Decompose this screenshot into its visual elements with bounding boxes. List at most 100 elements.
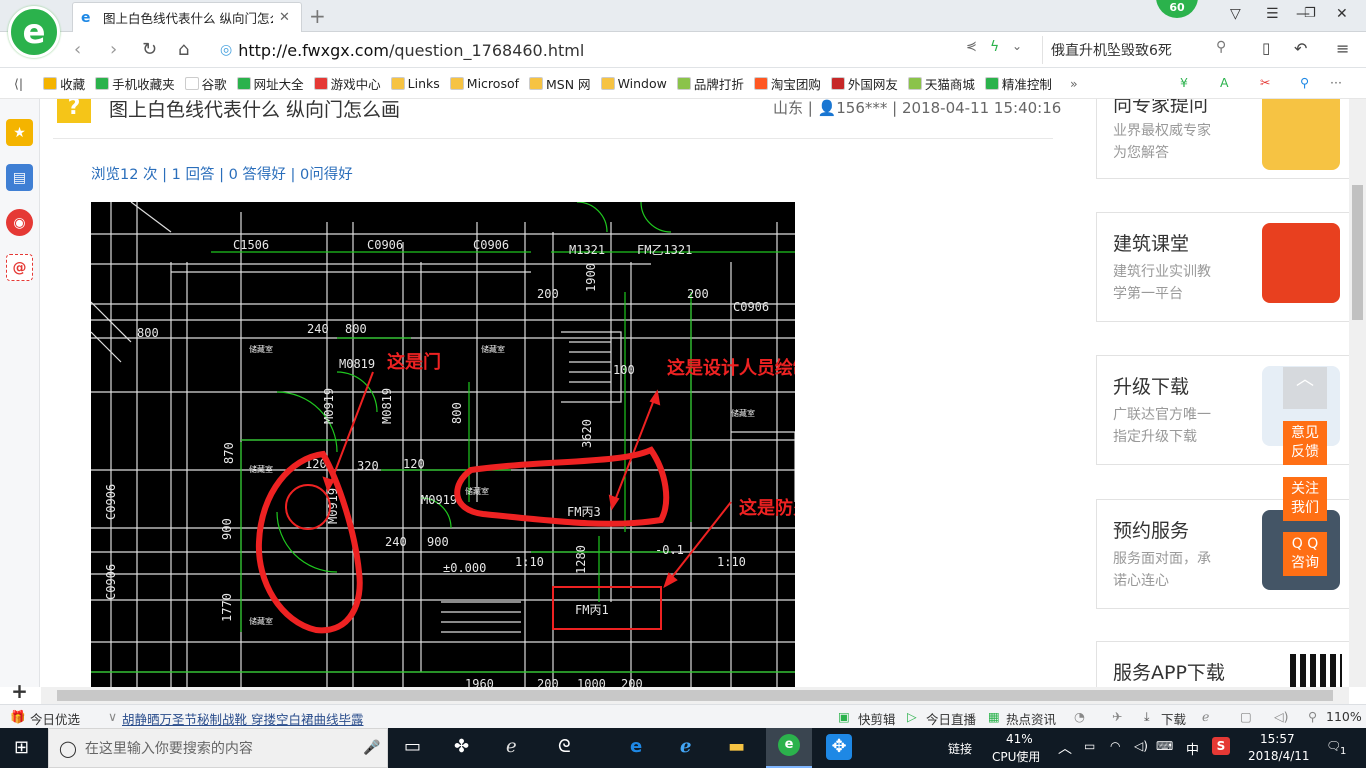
- file-explorer-icon[interactable]: ▬: [728, 736, 745, 757]
- lightning-icon[interactable]: ϟ: [990, 39, 999, 55]
- horizontal-scrollbar[interactable]: [41, 687, 1349, 704]
- browser-logo[interactable]: e: [8, 6, 60, 58]
- magnifier-icon[interactable]: ⚲: [1300, 75, 1309, 90]
- feedback-button[interactable]: 意见 反馈: [1283, 421, 1327, 465]
- sidebar-toggle-icon[interactable]: ⟨|: [14, 76, 23, 91]
- keyboard-icon[interactable]: ⌨: [1156, 739, 1173, 753]
- battery-icon[interactable]: ▭: [1084, 739, 1095, 753]
- bookmark-item[interactable]: 精准控制: [984, 74, 1052, 93]
- back-icon[interactable]: ‹: [74, 39, 81, 60]
- bookmark-item[interactable]: 游戏中心: [313, 74, 381, 93]
- forward-icon[interactable]: ›: [110, 39, 117, 60]
- undo-icon[interactable]: ↶: [1294, 39, 1307, 58]
- bookmark-item[interactable]: MSN 网: [529, 74, 591, 93]
- swirl-app-icon[interactable]: ᘓ: [558, 736, 571, 757]
- more-bookmarks-icon[interactable]: »: [1070, 76, 1078, 91]
- search-input[interactable]: 俄直升机坠毁致6死: [1042, 36, 1238, 64]
- more-tools-icon[interactable]: ···: [1330, 75, 1342, 90]
- level-badge[interactable]: 60: [1156, 0, 1198, 18]
- money-icon[interactable]: ¥: [1180, 75, 1188, 90]
- follow-button[interactable]: 关注 我们: [1283, 477, 1327, 521]
- close-window-button[interactable]: ✕: [1336, 6, 1348, 22]
- windows-start-icon[interactable]: ⊞: [14, 737, 29, 758]
- refresh-icon[interactable]: ↻: [142, 39, 157, 60]
- download-link[interactable]: 下载: [1161, 709, 1186, 728]
- tab-close-icon[interactable]: ✕: [279, 10, 290, 25]
- notification-icon[interactable]: 🗨: [1326, 739, 1341, 753]
- ad-card[interactable]: 向专家提问 业界最权威专家 为您解答: [1096, 99, 1349, 179]
- mail-icon[interactable]: @: [6, 254, 33, 281]
- scroll-thumb[interactable]: [1352, 185, 1363, 320]
- vertical-scrollbar[interactable]: [1349, 99, 1366, 687]
- ad-card[interactable]: 建筑课堂 建筑行业实训教 学第一平台: [1096, 212, 1349, 322]
- wifi-icon[interactable]: ◠: [1110, 739, 1120, 753]
- back-to-top-button[interactable]: ︿: [1283, 367, 1327, 409]
- chevron-up-icon[interactable]: ︿: [1058, 738, 1072, 758]
- share-icon[interactable]: ⋞: [966, 39, 977, 54]
- bookmark-item[interactable]: 品牌打折: [676, 74, 744, 93]
- star-icon[interactable]: ★: [6, 119, 33, 146]
- live-link[interactable]: 今日直播: [926, 709, 976, 728]
- bookmark-item[interactable]: Window: [600, 76, 667, 91]
- question-stats[interactable]: 浏览12 次 | 1 回答 | 0 答得好 | 0问得好: [91, 163, 353, 184]
- ie-mode-icon[interactable]: ℯ: [1202, 709, 1209, 724]
- skin-icon[interactable]: ▽: [1230, 6, 1241, 22]
- quick-cut-link[interactable]: 快剪辑: [858, 709, 896, 728]
- bookmark-item[interactable]: 手机收藏夹: [95, 74, 175, 93]
- bookmark-item[interactable]: 收藏: [43, 74, 85, 93]
- speed-icon[interactable]: ◔: [1074, 709, 1085, 724]
- zoom-level[interactable]: 110%: [1326, 709, 1362, 724]
- scissors-icon[interactable]: ✂: [1260, 75, 1270, 90]
- active-browser-taskbar-item[interactable]: e: [766, 728, 812, 768]
- address-bar[interactable]: ◎ http://e.fwxgx.com/question_1768460.ht…: [220, 36, 1040, 64]
- bookmark-item[interactable]: 外国网友: [830, 74, 898, 93]
- bookmark-item[interactable]: Microsof: [449, 76, 519, 91]
- volume-icon[interactable]: ◁): [1134, 739, 1148, 753]
- link-label[interactable]: 链接: [948, 740, 972, 757]
- edge-icon[interactable]: e: [630, 736, 642, 757]
- clock-time[interactable]: 15:57: [1260, 732, 1295, 746]
- scroll-thumb[interactable]: [57, 690, 1333, 701]
- home-icon[interactable]: ⌂: [178, 39, 189, 60]
- volume-icon[interactable]: ◁): [1274, 709, 1289, 724]
- translate-icon[interactable]: A: [1220, 75, 1229, 90]
- ad-card[interactable]: 服务APP下载: [1096, 641, 1349, 687]
- taskbar-search-input[interactable]: ◯ 在这里输入你要搜索的内容 🎤: [48, 728, 388, 768]
- chevron-down-icon[interactable]: ⌄: [1012, 39, 1022, 53]
- qq-consult-button[interactable]: Q Q 咨询: [1283, 532, 1327, 576]
- bookmark-item[interactable]: 谷歌: [184, 74, 227, 93]
- globe-icon: ◎: [220, 42, 233, 58]
- clock-date[interactable]: 2018/4/11: [1248, 749, 1310, 763]
- weibo-icon[interactable]: ◉: [6, 209, 33, 236]
- ie-taskbar-icon[interactable]: ℯ: [506, 736, 517, 757]
- pin-icon[interactable]: ✈: [1112, 709, 1122, 724]
- microphone-icon[interactable]: 🎤: [363, 740, 380, 756]
- hot-news-link[interactable]: 热点资讯: [1006, 709, 1056, 728]
- today-picks[interactable]: 今日优选: [30, 709, 80, 728]
- new-tab-button[interactable]: +: [309, 4, 326, 28]
- remote-app-icon[interactable]: ✥: [826, 734, 852, 760]
- annotation-fire-door-label: 这是防火门: [739, 497, 795, 519]
- menu-icon[interactable]: ☰: [1266, 6, 1279, 22]
- internet-explorer-icon[interactable]: ℯ: [680, 736, 691, 757]
- bookmark-item[interactable]: 网址大全: [236, 74, 304, 93]
- news-link[interactable]: 胡静晒万圣节秘制战靴 穿搂空白裙曲线毕露: [122, 709, 363, 728]
- bookmark-item[interactable]: 天猫商城: [907, 74, 975, 93]
- browser-tab[interactable]: e 图上白色线代表什么 纵向门怎么画 ✕: [72, 2, 302, 32]
- search-icon[interactable]: ⚲: [1216, 39, 1226, 55]
- fan-app-icon[interactable]: ✤: [454, 736, 469, 757]
- browser-taskbar-icon: e: [778, 734, 800, 756]
- bookmark-item[interactable]: 淘宝团购: [753, 74, 821, 93]
- mobile-icon[interactable]: ▯: [1262, 39, 1270, 57]
- ad-title: 服务APP下载: [1113, 662, 1225, 684]
- add-icon[interactable]: +: [6, 677, 33, 704]
- reader-icon[interactable]: ▤: [6, 164, 33, 191]
- task-view-icon[interactable]: ▭: [404, 736, 421, 757]
- search-text: 俄直升机坠毁致6死: [1051, 43, 1172, 59]
- menu-icon[interactable]: ≡: [1336, 39, 1349, 58]
- window-icon[interactable]: ▢: [1240, 709, 1252, 724]
- restore-button[interactable]: ❐: [1304, 6, 1316, 21]
- sogou-icon[interactable]: S: [1212, 737, 1230, 755]
- ime-indicator[interactable]: 中: [1186, 739, 1199, 758]
- bookmark-item[interactable]: Links: [390, 76, 440, 91]
